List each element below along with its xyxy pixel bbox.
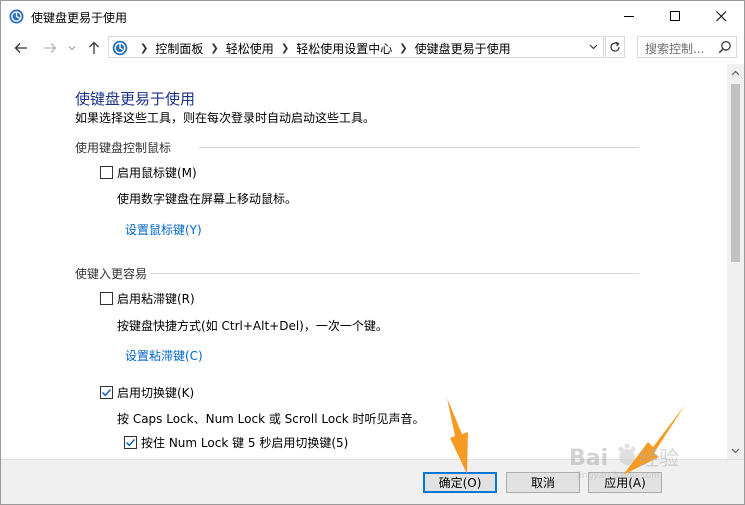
breadcrumb-ease-of-access[interactable]: 轻松使用 — [226, 40, 274, 57]
dialog-footer: 确定(O) 取消 应用(A) — [1, 459, 744, 504]
breadcrumb-current-page[interactable]: 使键盘更易于使用 — [415, 40, 511, 57]
chevron-down-icon — [731, 448, 740, 453]
close-icon — [715, 11, 726, 22]
minimize-icon — [623, 16, 634, 17]
content-area: 使键盘更易于使用 如果选择这些工具，则在每次登录时自动启动这些工具。 使用键盘控… — [1, 64, 727, 459]
page-description: 如果选择这些工具，则在每次登录时自动启动这些工具。 — [75, 111, 376, 125]
minimize-button[interactable] — [606, 1, 652, 32]
breadcrumb: ❯ 控制面板 ❯ 轻松使用 ❯ 轻松使用设置中心 ❯ 使键盘更易于使用 — [133, 40, 511, 57]
sticky-keys-description: 按键盘快捷方式(如 Ctrl+Alt+Del)，一次一个键。 — [117, 319, 388, 333]
breadcrumb-separator-icon[interactable]: ❯ — [210, 43, 218, 54]
ok-button[interactable]: 确定(O) — [423, 472, 497, 493]
mouse-keys-label[interactable]: 启用鼠标键(M) — [117, 164, 197, 181]
breadcrumb-ease-of-access-center[interactable]: 轻松使用设置中心 — [296, 40, 392, 57]
scroll-down-button[interactable] — [727, 442, 744, 459]
window-title: 使键盘更易于使用 — [31, 11, 128, 25]
search-box[interactable]: 搜索控制... — [637, 36, 737, 58]
section-divider — [151, 273, 639, 274]
chevron-up-icon — [731, 70, 740, 75]
section-title-mouse: 使用键盘控制鼠标 — [75, 141, 172, 155]
section-title-typing: 使键入更容易 — [75, 267, 148, 281]
navigation-bar: ❯ 控制面板 ❯ 轻松使用 ❯ 轻松使用设置中心 ❯ 使键盘更易于使用 搜索控制… — [1, 32, 744, 64]
refresh-button[interactable] — [605, 36, 625, 58]
checkmark-icon — [126, 439, 136, 447]
address-bar[interactable]: ❯ 控制面板 ❯ 轻松使用 ❯ 轻松使用设置中心 ❯ 使键盘更易于使用 — [108, 36, 604, 58]
sticky-keys-checkbox[interactable] — [100, 292, 113, 305]
mouse-keys-description: 使用数字键盘在屏幕上移动鼠标。 — [117, 192, 298, 206]
maximize-icon — [669, 11, 680, 21]
ease-of-access-icon — [9, 9, 24, 24]
back-button[interactable] — [12, 39, 30, 57]
page-title: 使键盘更易于使用 — [75, 90, 196, 108]
chevron-down-icon — [68, 46, 76, 51]
search-placeholder[interactable]: 搜索控制... — [645, 40, 704, 57]
scroll-up-button[interactable] — [727, 64, 744, 81]
forward-arrow-icon — [44, 43, 57, 53]
setup-mouse-keys-link[interactable]: 设置鼠标键(Y) — [125, 221, 202, 238]
refresh-icon — [610, 41, 620, 52]
breadcrumb-control-panel[interactable]: 控制面板 — [155, 40, 203, 57]
back-arrow-icon — [14, 43, 27, 53]
forward-button[interactable] — [41, 39, 59, 57]
cancel-button[interactable]: 取消 — [506, 472, 580, 493]
control-panel-icon — [112, 40, 128, 56]
control-panel-window: 使键盘更易于使用 ❯ 控制面板 ❯ 轻松使用 ❯ 轻松使用设置中心 ❯ 使键盘更… — [0, 0, 745, 505]
recent-locations-button[interactable] — [66, 39, 78, 57]
scrollbar-thumb[interactable] — [731, 84, 740, 262]
search-icon[interactable] — [718, 40, 732, 54]
toggle-keys-checkbox[interactable] — [100, 386, 113, 399]
maximize-button[interactable] — [652, 1, 698, 32]
mouse-keys-checkbox[interactable] — [100, 166, 113, 179]
up-arrow-icon — [89, 41, 99, 54]
toggle-keys-description: 按 Caps Lock、Num Lock 或 Scroll Lock 时听见声音… — [117, 412, 425, 426]
apply-button[interactable]: 应用(A) — [588, 472, 662, 493]
toggle-keys-label[interactable]: 启用切换键(K) — [117, 384, 194, 401]
setup-sticky-keys-link[interactable]: 设置粘滞键(C) — [125, 347, 203, 364]
title-bar[interactable]: 使键盘更易于使用 — [1, 1, 744, 32]
address-dropdown-button[interactable] — [587, 41, 599, 53]
close-button[interactable] — [698, 1, 744, 32]
numlock-hold-label[interactable]: 按住 Num Lock 键 5 秒启用切换键(5) — [141, 434, 348, 451]
chevron-down-icon — [589, 44, 597, 50]
breadcrumb-separator-icon[interactable]: ❯ — [281, 43, 289, 54]
vertical-scrollbar[interactable] — [727, 64, 744, 459]
numlock-hold-checkbox[interactable] — [124, 436, 137, 449]
section-divider — [199, 147, 639, 148]
up-button[interactable] — [85, 39, 103, 57]
breadcrumb-separator-icon[interactable]: ❯ — [399, 43, 407, 54]
sticky-keys-label[interactable]: 启用粘滞键(R) — [117, 290, 195, 307]
checkmark-icon — [102, 389, 112, 397]
breadcrumb-separator-icon[interactable]: ❯ — [140, 43, 148, 54]
